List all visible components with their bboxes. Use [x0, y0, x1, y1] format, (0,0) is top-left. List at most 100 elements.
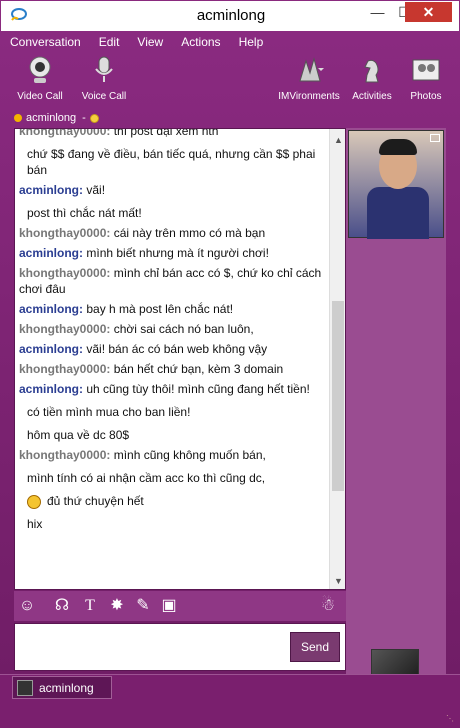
photos-icon — [412, 59, 440, 81]
font-style-icon[interactable]: T — [81, 597, 99, 615]
message-text: cái này trên mmo có mà bạn — [113, 226, 266, 240]
imvironments-label: IMVironments — [278, 91, 340, 102]
message-row: khongthay0000: cái này trên mmo có mà bạ… — [15, 223, 329, 243]
message-text: hix — [27, 517, 43, 531]
message-row: khongthay0000: mình chỉ bán acc có $, ch… — [15, 263, 329, 299]
online-status-icon — [14, 114, 22, 122]
message-text: có tiền mình mua cho ban liền! — [27, 405, 191, 419]
message-continuation: mình tính có ai nhận cầm acc ko thì cũng… — [19, 470, 325, 486]
message-row: post thì chắc nát mất! — [15, 200, 329, 223]
message-continuation: hôm qua về dc 80$ — [19, 427, 325, 443]
message-sender: acminlong — [19, 382, 80, 396]
message-row: khongthay0000: bán hết chứ bạn, kèm 3 do… — [15, 359, 329, 379]
message-compose-area: Send — [14, 623, 346, 671]
buzz-icon[interactable]: ✸ — [108, 597, 126, 615]
message-continuation: post thì chắc nát mất! — [19, 205, 325, 221]
window-frame: Conversation Edit View Actions Help Vide… — [0, 31, 460, 728]
share-photos-icon[interactable]: ▣ — [160, 597, 178, 615]
title-bar: acminlong — ☐ ✕ — [0, 0, 460, 31]
sender-colon: : — [106, 129, 114, 138]
menu-help[interactable]: Help — [239, 33, 264, 53]
contact-info-icon[interactable]: ☃ — [319, 597, 337, 615]
avatar-panel — [346, 128, 446, 697]
emoticon-icon[interactable]: ☺ — [18, 597, 36, 615]
attach-file-icon[interactable]: ✎ — [134, 597, 152, 615]
popout-icon[interactable] — [430, 134, 440, 142]
menu-conversation[interactable]: Conversation — [10, 33, 81, 53]
sender-colon: : — [106, 448, 114, 462]
message-text: vãi! bán ác có bán web không vậy — [86, 342, 268, 356]
message-row: có tiền mình mua cho ban liền! — [15, 399, 329, 422]
sender-colon: : — [106, 322, 114, 336]
resize-grip-icon[interactable]: ⋱ — [446, 714, 456, 724]
message-sender: acminlong — [19, 246, 80, 260]
video-call-button[interactable]: Video Call — [10, 55, 70, 102]
message-input[interactable] — [15, 624, 285, 668]
sender-colon: : — [106, 362, 114, 376]
bottom-tab-bar: acminlong ⋱ — [0, 674, 460, 728]
toolbar: Video Call Voice Call IMVironments Activ… — [0, 55, 460, 107]
message-list: khongthay0000: thì post đại xem nth chứ $… — [15, 129, 329, 589]
contact-status: acminlong - — [14, 111, 99, 125]
menu-bar: Conversation Edit View Actions Help — [10, 33, 281, 53]
minimize-button[interactable]: — — [364, 2, 391, 22]
activities-button[interactable]: Activities — [346, 55, 398, 102]
tab-divider — [0, 674, 460, 675]
conversation-pane: khongthay0000: thì post đại xem nth chứ $… — [14, 128, 346, 590]
voice-call-button[interactable]: Voice Call — [74, 55, 134, 102]
audible-icon[interactable]: ☊ — [53, 597, 71, 615]
scroll-up-arrow-icon[interactable]: ▲ — [330, 132, 345, 149]
contact-avatar[interactable] — [348, 130, 444, 239]
message-sender: khongthay0000 — [19, 226, 107, 240]
tab-acminlong[interactable]: acminlong — [12, 676, 112, 699]
message-sender: khongthay0000 — [19, 129, 107, 138]
message-list-content: khongthay0000: thì post đại xem nth chứ $… — [15, 129, 329, 534]
activities-label: Activities — [352, 91, 392, 102]
sender-colon: : — [106, 266, 114, 280]
photos-label: Photos — [410, 91, 442, 102]
message-row: khongthay0000: thì post đại xem nth — [15, 129, 329, 141]
message-text: bay h mà post lên chắc nát! — [86, 302, 234, 316]
message-continuation: có tiền mình mua cho ban liền! — [19, 404, 325, 420]
imvironments-button[interactable]: IMVironments — [276, 55, 342, 102]
chess-knight-icon — [364, 59, 379, 83]
message-row: đủ thứ chuyện hết — [15, 488, 329, 511]
microphone-icon — [95, 56, 113, 82]
message-text: mình tính có ai nhận cầm acc ko thì cũng… — [27, 471, 266, 485]
menu-actions[interactable]: Actions — [181, 33, 220, 53]
message-text: mình biết nhưng mà ít người chơi! — [86, 246, 269, 260]
message-row: acminlong: vãi! bán ác có bán web không … — [15, 339, 329, 359]
scroll-down-arrow-icon[interactable]: ▼ — [330, 573, 345, 589]
message-row: acminlong: vãi! — [15, 180, 329, 200]
message-text: thì post đại xem nth — [113, 129, 219, 138]
status-separator: - — [82, 112, 86, 124]
message-row: khongthay0000: mình cũng không muốn bán, — [15, 445, 329, 465]
menu-view[interactable]: View — [137, 33, 163, 53]
photos-button[interactable]: Photos — [401, 55, 451, 102]
sender-colon: : — [106, 226, 114, 240]
message-row: acminlong: bay h mà post lên chắc nát! — [15, 299, 329, 319]
video-call-label: Video Call — [17, 91, 63, 102]
send-button[interactable]: Send — [290, 632, 340, 662]
tab-label: acminlong — [39, 680, 94, 695]
menu-edit[interactable]: Edit — [99, 33, 120, 53]
vertical-scrollbar[interactable]: ▲ ▼ — [329, 129, 345, 589]
message-text: vãi! — [86, 183, 106, 197]
message-row: acminlong: mình biết nhưng mà ít người c… — [15, 243, 329, 263]
smiley-status-icon — [89, 113, 99, 123]
message-sender: acminlong — [19, 302, 80, 316]
message-text: chứ $$ đang về điều, bán tiếc quá, nhưng… — [27, 147, 316, 177]
message-sender: acminlong — [19, 342, 80, 356]
message-row: mình tính có ai nhận cầm acc ko thì cũng… — [15, 465, 329, 488]
message-text: uh cũng tùy thôi! mình cũng đang hết tiề… — [86, 382, 310, 396]
message-text: post thì chắc nát mất! — [27, 206, 142, 220]
message-row: khongthay0000: chời sai cách nó ban luôn… — [15, 319, 329, 339]
avatar-shirt — [367, 187, 429, 239]
message-text: mình cũng không muốn bán, — [113, 448, 266, 462]
close-button[interactable]: ✕ — [405, 2, 452, 22]
message-continuation: chứ $$ đang về điều, bán tiếc quá, nhưng… — [19, 146, 325, 178]
imvironments-icon — [299, 57, 324, 82]
message-sender: khongthay0000 — [19, 322, 107, 336]
scroll-thumb[interactable] — [332, 301, 344, 491]
message-sender: khongthay0000 — [19, 362, 107, 376]
